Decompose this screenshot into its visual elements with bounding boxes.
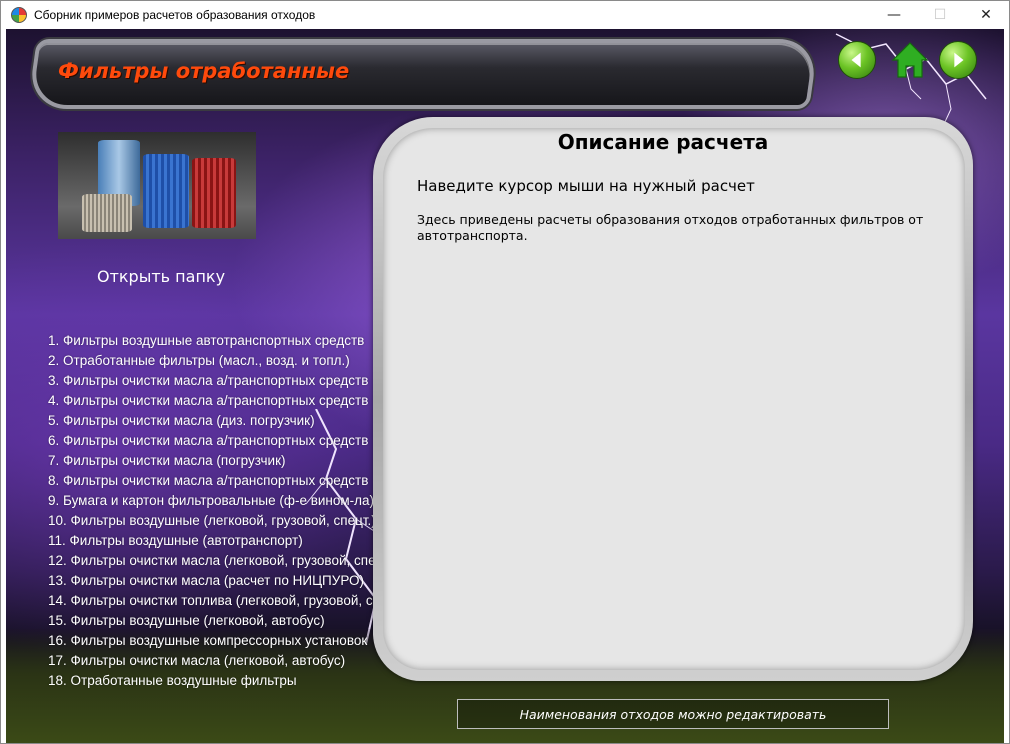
maximize-button[interactable]: ☐ bbox=[917, 1, 963, 29]
list-item[interactable]: 2. Отработанные фильтры (масл., возд. и … bbox=[48, 351, 408, 371]
list-item[interactable]: 15. Фильтры воздушные (легковой, автобус… bbox=[48, 611, 408, 631]
app-logo-icon bbox=[11, 7, 27, 23]
panel-description: Здесь приведены расчеты образования отхо… bbox=[417, 212, 924, 243]
home-button[interactable] bbox=[888, 39, 932, 81]
main-content: Фильтры отработанные Открыть папку 1. Фи… bbox=[6, 29, 1004, 743]
open-folder-button[interactable]: Открыть папку bbox=[66, 267, 256, 286]
panel-hint: Наведите курсор мыши на нужный расчет bbox=[417, 177, 755, 195]
back-button[interactable] bbox=[838, 41, 876, 79]
list-item[interactable]: 10. Фильтры воздушные (легковой, грузово… bbox=[48, 511, 408, 531]
list-item[interactable]: 7. Фильтры очистки масла (погрузчик) bbox=[48, 451, 408, 471]
page-title: Фильтры отработанные bbox=[58, 59, 350, 83]
list-item[interactable]: 5. Фильтры очистки масла (диз. погрузчик… bbox=[48, 411, 408, 431]
list-item[interactable]: 3. Фильтры очистки масла а/транспортных … bbox=[48, 371, 408, 391]
description-panel bbox=[383, 128, 965, 670]
list-item[interactable]: 13. Фильтры очистки масла (расчет по НИЦ… bbox=[48, 571, 408, 591]
window-controls: — ☐ ✕ bbox=[871, 1, 1009, 29]
back-arrow-icon bbox=[851, 52, 861, 68]
list-item[interactable]: 16. Фильтры воздушные компрессорных уста… bbox=[48, 631, 408, 651]
list-item[interactable]: 18. Отработанные воздушные фильтры bbox=[48, 671, 408, 691]
home-icon bbox=[891, 42, 929, 78]
list-item[interactable]: 11. Фильтры воздушные (автотранспорт) bbox=[48, 531, 408, 551]
forward-button[interactable] bbox=[939, 41, 977, 79]
list-item[interactable]: 1. Фильтры воздушные автотранспортных ср… bbox=[48, 331, 408, 351]
minimize-button[interactable]: — bbox=[871, 1, 917, 29]
app-window: Сборник примеров расчетов образования от… bbox=[0, 0, 1010, 744]
window-title: Сборник примеров расчетов образования от… bbox=[34, 8, 316, 22]
calculation-list: 1. Фильтры воздушные автотранспортных ср… bbox=[48, 331, 408, 691]
list-item[interactable]: 12. Фильтры очистки масла (легковой, гру… bbox=[48, 551, 408, 571]
forward-arrow-icon bbox=[954, 52, 964, 68]
footer-note: Наименования отходов можно редактировать bbox=[457, 699, 889, 729]
list-item[interactable]: 4. Фильтры очистки масла а/транспортных … bbox=[48, 391, 408, 411]
list-item[interactable]: 6. Фильтры очистки масла а/транспортных … bbox=[48, 431, 408, 451]
filters-image[interactable] bbox=[58, 132, 256, 239]
title-bar[interactable]: Сборник примеров расчетов образования от… bbox=[1, 1, 1009, 29]
list-item[interactable]: 14. Фильтры очистки топлива (легковой, г… bbox=[48, 591, 408, 611]
panel-title: Описание расчета bbox=[557, 130, 769, 154]
list-item[interactable]: 9. Бумага и картон фильтровальные (ф-е в… bbox=[48, 491, 408, 511]
list-item[interactable]: 8. Фильтры очистки масла а/транспортных … bbox=[48, 471, 408, 491]
close-button[interactable]: ✕ bbox=[963, 1, 1009, 29]
list-item[interactable]: 17. Фильтры очистки масла (легковой, авт… bbox=[48, 651, 408, 671]
